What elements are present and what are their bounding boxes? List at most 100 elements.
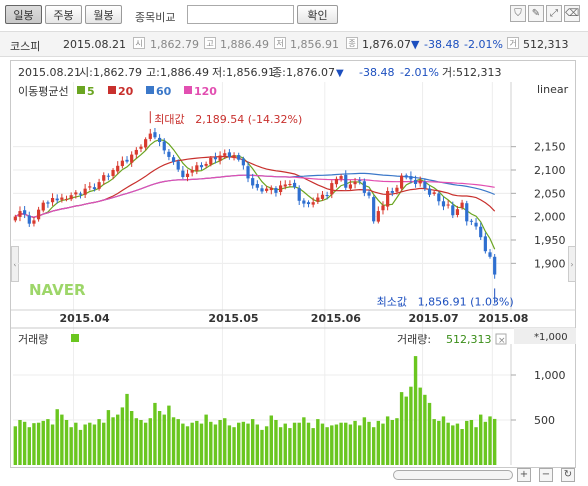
candle-body (46, 202, 50, 204)
candle-body (479, 226, 483, 238)
candle-body (209, 157, 213, 165)
candlesticks (13, 128, 497, 279)
reset-button[interactable]: ↻ (561, 468, 575, 482)
volume-bar (479, 414, 483, 465)
candle-body (320, 194, 325, 199)
price-volume-chart: 2015.08.21 시: 1,862.79 고: 1,886.49 저: 1,… (11, 66, 576, 465)
volume-bar (27, 427, 31, 465)
candle-body (311, 202, 315, 205)
candle-body (144, 139, 148, 148)
volume-bar (353, 420, 357, 465)
candle-body (469, 220, 474, 222)
volume-bar (13, 426, 18, 465)
max-label: 최대값 (154, 113, 184, 126)
horizontal-scrollbar[interactable] (393, 470, 513, 480)
date-axis: 2015.04 2015.05 2015.06 2015.07 2015.08 (11, 309, 576, 325)
volume-bar (22, 421, 27, 465)
candle-body (362, 181, 366, 193)
volume-bar (376, 420, 381, 465)
candle-body (437, 193, 441, 202)
volume-bar (446, 422, 450, 465)
candle-body (64, 198, 69, 200)
ma-legend-swatch-120 (184, 86, 192, 94)
volume-bar (288, 428, 292, 465)
volume-bar (469, 420, 474, 465)
volume-bar (474, 427, 478, 465)
price-tick-label: 2,000 (534, 211, 566, 224)
volume-bar (97, 419, 101, 465)
candle-body (451, 205, 455, 216)
candle-body (404, 175, 408, 178)
candle-body (381, 205, 385, 211)
candle-body (455, 209, 460, 215)
ma-legend-label-120: 120 (194, 85, 217, 98)
volume-axis: 500 1,000 (510, 344, 566, 465)
volume-bar (218, 420, 222, 465)
candle-body (367, 192, 371, 196)
candle-body (125, 159, 129, 162)
candle-body (199, 165, 204, 168)
volume-bar (362, 417, 367, 465)
candle-body (399, 175, 404, 189)
candle-body (483, 236, 487, 252)
info-volume-label: 거: (442, 66, 456, 79)
max-annotation: 최대값 2,189.54 (-14.32%) (149, 111, 302, 126)
info-open-label: 시: (79, 66, 93, 79)
zoom-in-button[interactable]: + (517, 468, 531, 482)
volume-tick-label: 500 (534, 414, 555, 427)
volume-bar (246, 423, 250, 465)
candle-body (223, 153, 227, 156)
volume-bar (129, 411, 134, 465)
volume-bar (483, 421, 488, 465)
volume-bar (223, 418, 227, 465)
candle-body (292, 182, 297, 188)
volume-bar (148, 418, 152, 465)
candle-body (288, 184, 292, 185)
candle-body (278, 185, 283, 193)
volume-bar (432, 419, 436, 465)
ma-legend-label-5: 5 (87, 85, 95, 98)
volume-bar (283, 423, 287, 465)
candle-body (372, 197, 376, 222)
volume-grid (13, 374, 511, 421)
info-date: 2015.08.21 (18, 66, 81, 79)
volume-bar (116, 414, 120, 465)
candle-body (69, 195, 73, 200)
candle-body (358, 180, 362, 182)
candle-body (60, 197, 64, 200)
candle-body (339, 176, 343, 179)
volume-bar (181, 423, 185, 465)
volume-bar (455, 423, 460, 465)
volume-bar (195, 420, 199, 465)
scale-label[interactable]: linear (537, 83, 569, 96)
candle-body (255, 184, 259, 188)
volume-title: 거래량 (18, 333, 48, 346)
candle-body (265, 188, 269, 191)
candle-body (55, 198, 59, 201)
volume-bar (167, 405, 171, 465)
candle-body (353, 181, 357, 185)
volume-bar (237, 422, 241, 465)
volume-bar (395, 418, 399, 465)
candle-body (74, 192, 78, 195)
volume-bar (371, 427, 376, 465)
candle-body (116, 165, 120, 172)
volume-bar (358, 425, 362, 465)
info-low-label: 저: (212, 66, 226, 79)
candle-body (162, 141, 166, 151)
candle-body (269, 187, 273, 191)
volume-bar (427, 402, 432, 465)
candle-body (23, 210, 27, 215)
candle-body (306, 202, 311, 205)
volume-bar (250, 419, 255, 465)
candle-body (176, 161, 180, 170)
candle-body (18, 211, 22, 217)
zoom-out-button[interactable]: − (539, 468, 553, 482)
price-tick-label: 1,950 (534, 234, 566, 247)
info-change: -38.48 (359, 66, 394, 79)
candle-body (441, 201, 446, 207)
volume-bar (292, 422, 297, 465)
volume-bar (46, 419, 50, 465)
volume-bar (55, 409, 59, 465)
candle-body (460, 202, 464, 208)
